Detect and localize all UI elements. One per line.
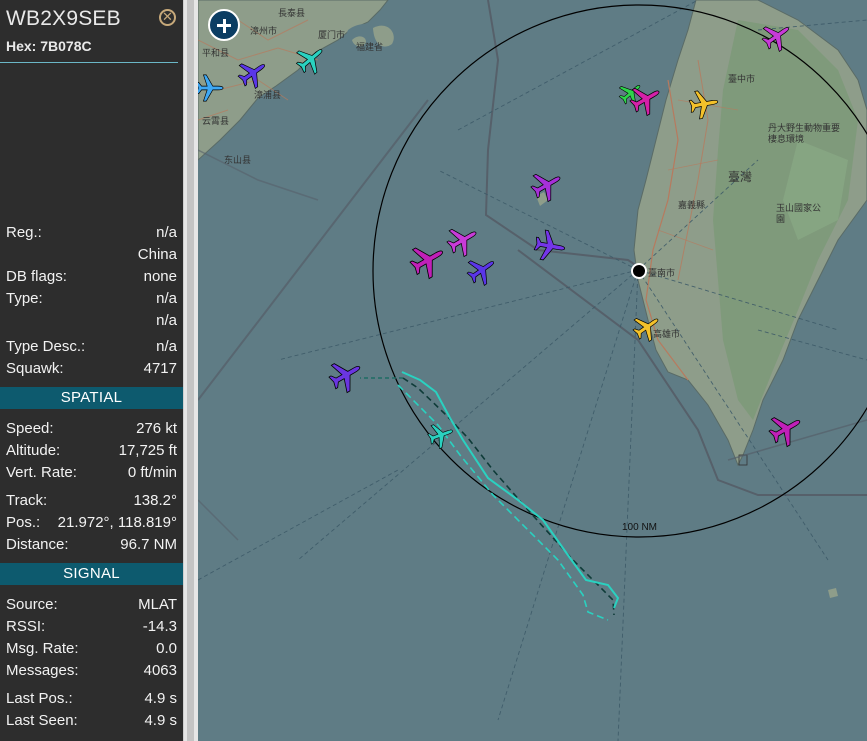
signal-key: Last Pos.: [6,690,73,707]
detail-value: n/a [156,290,177,307]
map-canvas[interactable] [198,0,867,741]
spatial-value: 17,725 ft [118,442,177,459]
signal-row-messages: Messages: 4063 [6,662,177,684]
spatial-row-track: Track: 138.2° [6,492,177,514]
signal-value: 4.9 s [144,690,177,707]
detail-row-type-desc: Type Desc.: n/a [6,338,177,360]
place-label: 高雄市 [653,330,681,340]
aircraft-info-panel: WB2X9SEB ✕ Hex: 7B078C Reg.: n/a China D… [0,0,183,741]
signal-value: 0.0 [156,640,177,657]
spatial-row-speed: Speed: 276 kt [6,420,177,442]
signal-value: -14.3 [142,618,177,635]
detail-row-type-extra: n/a [6,312,177,334]
detail-row-db-flags: DB flags: none [6,268,177,290]
signal-row-source: Source: MLAT [6,596,177,618]
scrollbar-thumb[interactable] [187,0,194,741]
spatial-value: 21.972°, 118.819° [57,514,177,531]
detail-key: Type Desc.: [6,338,86,355]
signal-row-msg-rate: Msg. Rate: 0.0 [6,640,177,662]
place-label: 漳州市 [250,27,278,37]
receiver-site [631,263,647,279]
spatial-key: Pos.: [6,514,41,531]
place-label: 臺灣 [728,170,753,184]
place-label: 平和县 [202,49,230,59]
detail-value: 4717 [143,360,177,377]
signal-row-rssi: RSSI: -14.3 [6,618,177,640]
detail-key: DB flags: [6,268,67,285]
map-view[interactable]: 長泰县 漳州市 厦门市 福建省 平和县 漳浦县 云霄县 东山县 臺中市 臺灣 臺… [198,0,867,741]
signal-row-last-pos: Last Pos.: 4.9 s [6,690,177,712]
place-label: 厦门市 [318,31,346,41]
header-divider [0,62,178,63]
detail-key: Type: [6,290,43,307]
signal-key: Source: [6,596,58,613]
spatial-row-distance: Distance: 96.7 NM [6,536,177,558]
detail-value: n/a [156,312,177,329]
plus-icon[interactable] [208,9,240,41]
spatial-key: Track: [6,492,48,509]
detail-row-reg: Reg.: n/a [6,224,177,246]
spatial-value: 276 kt [136,420,177,437]
spatial-value: 96.7 NM [120,536,177,553]
place-label: 云霄县 [202,117,230,127]
spatial-row-position: Pos.: 21.972°, 118.819° [6,514,177,536]
place-label: 臺中市 [728,75,756,85]
detail-value: China [137,246,177,263]
callsign-title: WB2X9SEB [6,7,121,30]
signal-value: 4063 [143,662,177,679]
detail-row-type: Type: n/a [6,290,177,312]
spatial-key: Speed: [6,420,54,437]
detail-value: none [143,268,177,285]
place-label: 漳浦县 [254,91,282,101]
place-label: 嘉義縣 [678,201,706,211]
place-label: 臺南市 [648,269,676,279]
detail-value: n/a [156,338,177,355]
spatial-section-header[interactable]: SPATIAL [0,387,183,409]
place-label: 福建省 [356,43,384,53]
detail-key: Reg.: [6,224,42,241]
hex-code: Hex: 7B078C [6,38,92,54]
place-label: 玉山國家公園 [776,204,822,225]
signal-key: RSSI: [6,618,46,635]
spatial-value: 138.2° [133,492,177,509]
spatial-key: Vert. Rate: [6,464,77,481]
signal-section-header[interactable]: SIGNAL [0,563,183,585]
signal-row-last-seen: Last Seen: 4.9 s [6,712,177,734]
signal-value: 4.9 s [144,712,177,729]
place-label: 东山县 [224,156,252,166]
detail-row-squawk: Squawk: 4717 [6,360,177,382]
spatial-row-altitude: Altitude: 17,725 ft [6,442,177,464]
range-ring-label: 100 NM [622,522,658,533]
detail-key: Squawk: [6,360,64,377]
signal-key: Msg. Rate: [6,640,79,657]
place-label: 丹大野生動物重要棲息環境 [768,124,841,145]
detail-row-country: China [6,246,177,268]
sidebar-resize-handle[interactable] [183,0,198,741]
spatial-key: Distance: [6,536,69,553]
signal-key: Messages: [6,662,79,679]
place-label: 長泰县 [278,9,306,19]
spatial-row-vert-rate: Vert. Rate: 0 ft/min [6,464,177,486]
close-icon[interactable]: ✕ [159,9,176,26]
signal-key: Last Seen: [6,712,78,729]
detail-value: n/a [156,224,177,241]
spatial-key: Altitude: [6,442,61,459]
signal-value: MLAT [138,596,177,613]
spatial-value: 0 ft/min [127,464,177,481]
